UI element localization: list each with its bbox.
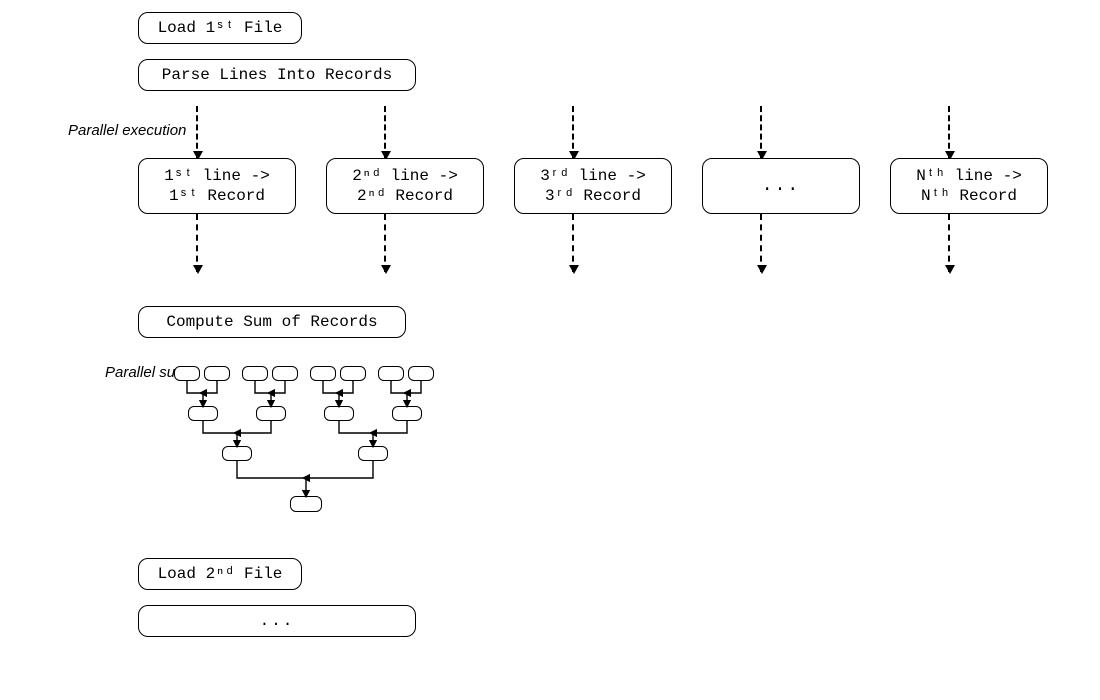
lane3-row1: 3ʳᵈ line -> [540, 166, 646, 186]
lane-box-1: 1ˢᵗ line -> 1ˢᵗ Record [138, 158, 296, 214]
lane-arrow-bottom-5 [948, 214, 950, 272]
lane-arrow-top-1 [196, 106, 198, 158]
diagram-canvas: Load 1ˢᵗ File Parse Lines Into Records P… [0, 0, 1100, 700]
lane-arrow-bottom-3 [572, 214, 574, 272]
lane2-row2: 2ⁿᵈ Record [357, 186, 453, 206]
lane3-row2: 3ʳᵈ Record [545, 186, 641, 206]
lane-arrow-top-2 [384, 106, 386, 158]
lane5-row2: Nᵗʰ Record [921, 186, 1017, 206]
lane-arrow-top-4 [760, 106, 762, 158]
lane1-row1: 1ˢᵗ line -> [164, 166, 270, 186]
lane-box-3: 3ʳᵈ line -> 3ʳᵈ Record [514, 158, 672, 214]
step-load-first-file: Load 1ˢᵗ File [138, 12, 302, 44]
lane2-row1: 2ⁿᵈ line -> [352, 166, 458, 186]
lane-box-5: Nᵗʰ line -> Nᵗʰ Record [890, 158, 1048, 214]
lane1-row2: 1ˢᵗ Record [169, 186, 265, 206]
lane-arrow-top-3 [572, 106, 574, 158]
tree-connectors [168, 360, 458, 540]
step-ellipsis: ... [138, 605, 416, 637]
parallel-sum-tree [168, 360, 458, 540]
lane-arrow-top-5 [948, 106, 950, 158]
lane-box-2: 2ⁿᵈ line -> 2ⁿᵈ Record [326, 158, 484, 214]
step-load-second-file: Load 2ⁿᵈ File [138, 558, 302, 590]
lane-arrow-bottom-4 [760, 214, 762, 272]
lane5-row1: Nᵗʰ line -> [916, 166, 1022, 186]
step-parse-lines: Parse Lines Into Records [138, 59, 416, 91]
lane-box-4-ellipsis: ... [702, 158, 860, 214]
lane-arrow-bottom-1 [196, 214, 198, 272]
lane-arrow-bottom-2 [384, 214, 386, 272]
caption-parallel-execution: Parallel execution [68, 122, 186, 139]
step-compute-sum: Compute Sum of Records [138, 306, 406, 338]
